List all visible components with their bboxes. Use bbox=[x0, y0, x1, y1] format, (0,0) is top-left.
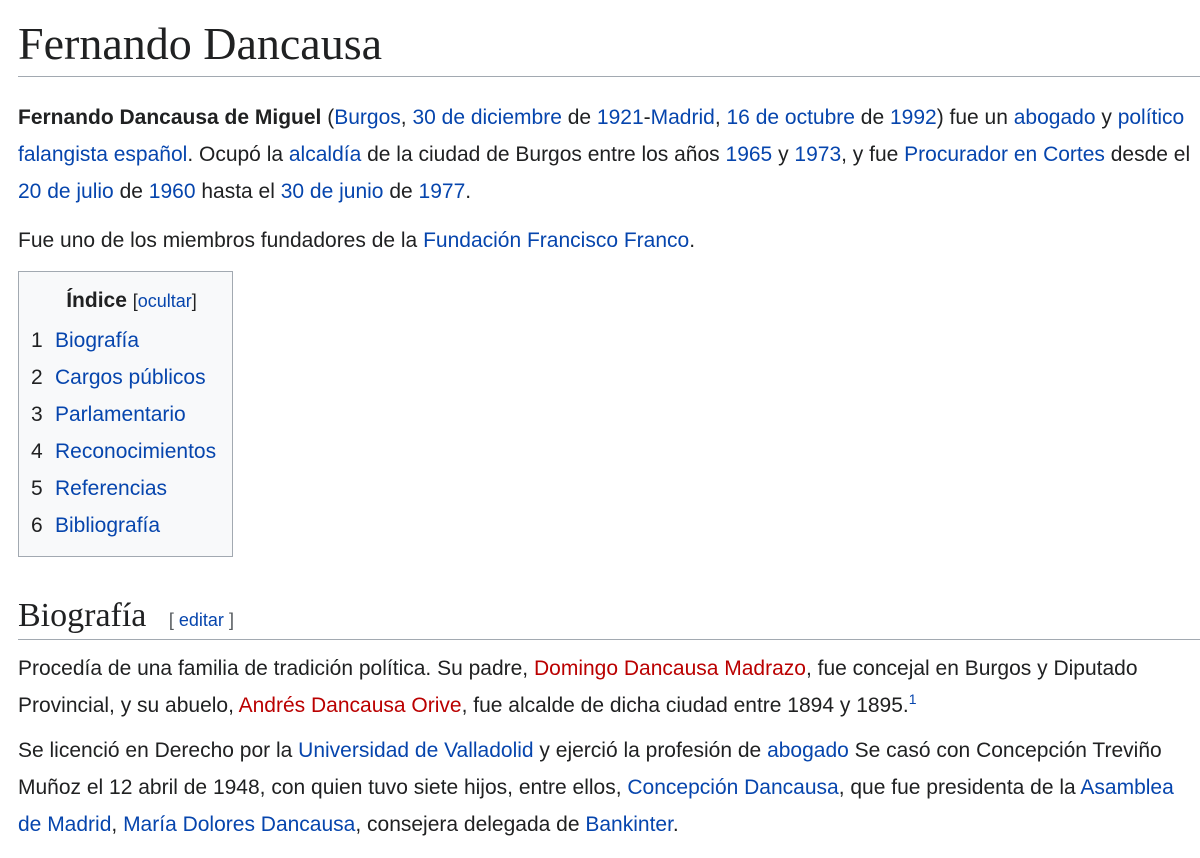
paragraph-text: , fue alcalde de dicha ciudad entre 1894… bbox=[461, 694, 909, 717]
reference-link[interactable]: 1 bbox=[909, 691, 917, 707]
wiki-link[interactable]: alcaldía bbox=[289, 143, 361, 166]
toc-link-cargos-publicos[interactable]: Cargos públicos bbox=[55, 366, 206, 389]
wiki-link[interactable]: abogado bbox=[1014, 106, 1096, 129]
toc-toggle: [ocultar] bbox=[133, 291, 197, 311]
paragraph-text: Se licenció en Derecho por la bbox=[18, 739, 299, 762]
paragraph-text: ) fue un bbox=[936, 106, 1014, 129]
edit-close-bracket: ] bbox=[228, 610, 234, 630]
wiki-link[interactable]: 30 de junio bbox=[281, 180, 384, 203]
paragraph-text: , bbox=[111, 813, 124, 836]
wiki-link[interactable]: María Dolores Dancausa bbox=[123, 813, 355, 836]
toc-number: 2 bbox=[31, 366, 43, 389]
paragraph-text: , bbox=[714, 106, 727, 129]
paragraph-text: y bbox=[772, 143, 795, 166]
lead-paragraph-2: Fue uno de los miembros fundadores de la… bbox=[18, 222, 1200, 259]
paragraph-text: , consejera delegada de bbox=[355, 813, 586, 836]
paragraph-text: y bbox=[1095, 106, 1118, 129]
toc-link-biografia[interactable]: Biografía bbox=[55, 329, 139, 352]
biografia-paragraph-2: Se licenció en Derecho por la Universida… bbox=[18, 732, 1200, 843]
edit-section-link[interactable]: editar bbox=[179, 610, 224, 630]
red-wiki-link[interactable]: Domingo Dancausa Madrazo bbox=[534, 657, 806, 680]
toc-link-reconocimientos[interactable]: Reconocimientos bbox=[55, 440, 216, 463]
toc-item-biografia[interactable]: 1 Biografía bbox=[31, 322, 232, 359]
paragraph-text: , que fue presidenta de la bbox=[838, 776, 1081, 799]
article-content: Fernando Dancausa Fernando Dancausa de M… bbox=[18, 0, 1200, 843]
paragraph-text: Fue uno de los miembros fundadores de la bbox=[18, 229, 424, 252]
toc-list: 1 Biografía 2 Cargos públicos 3 Parlamentar… bbox=[31, 322, 232, 544]
wiki-link[interactable]: Burgos bbox=[334, 106, 401, 129]
wiki-link[interactable]: Fundación Francisco Franco bbox=[423, 229, 689, 252]
toc-item-cargos-publicos[interactable]: 2 Cargos públicos bbox=[31, 359, 232, 396]
wiki-link[interactable]: político bbox=[1118, 106, 1185, 129]
reference-superscript: 1 bbox=[909, 691, 917, 707]
paragraph-text: de bbox=[383, 180, 419, 203]
wiki-link[interactable]: falangista bbox=[18, 143, 108, 166]
toc-header: Índice [ocultar] bbox=[31, 286, 232, 316]
toc-item-parlamentario[interactable]: 3 Parlamentario bbox=[31, 396, 232, 433]
toc-number: 4 bbox=[31, 440, 43, 463]
toc-number: 6 bbox=[31, 514, 43, 537]
wiki-link[interactable]: abogado bbox=[767, 739, 849, 762]
toc-item-referencias[interactable]: 5 Referencias bbox=[31, 470, 232, 507]
page-title: Fernando Dancausa bbox=[18, 16, 1200, 77]
table-of-contents: Índice [ocultar] 1 Biografía 2 Cargos públ… bbox=[18, 271, 233, 557]
section-title: Biografía bbox=[18, 597, 147, 634]
red-wiki-link[interactable]: Andrés Dancausa Orive bbox=[239, 694, 462, 717]
paragraph-text: . bbox=[465, 180, 472, 203]
toc-item-reconocimientos[interactable]: 4 Reconocimientos bbox=[31, 433, 232, 470]
toc-toggle-close: ] bbox=[191, 291, 197, 311]
toc-number: 1 bbox=[31, 329, 43, 352]
paragraph-text: de bbox=[561, 106, 597, 129]
wiki-link[interactable]: Procurador en Cortes bbox=[904, 143, 1105, 166]
paragraph-text: . bbox=[672, 813, 679, 836]
wiki-link[interactable]: 1965 bbox=[726, 143, 773, 166]
toc-title: Índice bbox=[66, 289, 127, 312]
wiki-link[interactable]: Concepción Dancausa bbox=[627, 776, 838, 799]
paragraph-text: de bbox=[113, 180, 149, 203]
wiki-link[interactable]: 1960 bbox=[149, 180, 196, 203]
paragraph-text: hasta el bbox=[195, 180, 281, 203]
toc-hide-link[interactable]: ocultar bbox=[138, 291, 192, 311]
toc-link-bibliografia[interactable]: Bibliografía bbox=[55, 514, 160, 537]
biografia-paragraph-1: Procedía de una familia de tradición pol… bbox=[18, 650, 1200, 724]
wiki-link[interactable]: 1977 bbox=[419, 180, 466, 203]
lead-paragraph: Fernando Dancausa de Miguel (Burgos, 30 … bbox=[18, 99, 1200, 210]
toc-item-bibliografia[interactable]: 6 Bibliografía bbox=[31, 507, 232, 544]
paragraph-text: . Ocupó la bbox=[187, 143, 289, 166]
paragraph-text: , y fue bbox=[841, 143, 905, 166]
paragraph-text: de bbox=[854, 106, 890, 129]
paragraph-text: de la ciudad de Burgos entre los años bbox=[361, 143, 726, 166]
edit-section: [ editar ] bbox=[169, 610, 234, 630]
wiki-link[interactable]: 20 de julio bbox=[18, 180, 114, 203]
paragraph-text: desde el bbox=[1104, 143, 1191, 166]
wiki-link[interactable]: español bbox=[114, 143, 188, 166]
paragraph-text: , bbox=[400, 106, 413, 129]
toc-number: 3 bbox=[31, 403, 43, 426]
paragraph-text: ( bbox=[321, 106, 335, 129]
paragraph-text: Procedía de una familia de tradición pol… bbox=[18, 657, 534, 680]
wiki-link[interactable]: 1973 bbox=[794, 143, 841, 166]
paragraph-text: - bbox=[643, 106, 651, 129]
wiki-link[interactable]: Madrid bbox=[651, 106, 715, 129]
toc-number: 5 bbox=[31, 477, 43, 500]
toc-link-referencias[interactable]: Referencias bbox=[55, 477, 167, 500]
edit-open-bracket: [ bbox=[168, 610, 174, 630]
wiki-link[interactable]: 1921 bbox=[597, 106, 644, 129]
wiki-link[interactable]: Bankinter bbox=[585, 813, 673, 836]
wiki-link[interactable]: 16 de octubre bbox=[727, 106, 855, 129]
toc-link-parlamentario[interactable]: Parlamentario bbox=[55, 403, 186, 426]
wiki-link[interactable]: Universidad de Valladolid bbox=[298, 739, 533, 762]
wiki-link[interactable]: 30 de diciembre bbox=[412, 106, 561, 129]
wiki-link[interactable]: 1992 bbox=[890, 106, 937, 129]
subject-name: Fernando Dancausa de Miguel bbox=[18, 106, 322, 129]
section-heading-biografia: Biografía [ editar ] bbox=[18, 595, 1200, 640]
paragraph-text: y ejerció la profesión de bbox=[533, 739, 768, 762]
paragraph-text: . bbox=[689, 229, 696, 252]
